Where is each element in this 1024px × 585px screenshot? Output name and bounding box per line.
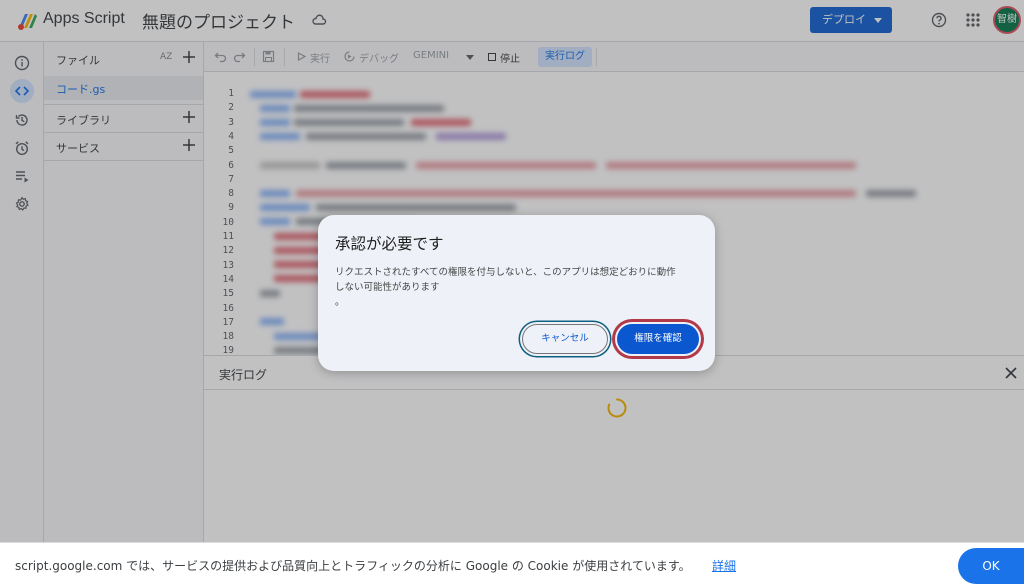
dialog-message-line: しない可能性があります (335, 282, 440, 293)
cookie-consent-bar: script.google.com では、サービスの提供および品質向上とトラフィ… (0, 542, 1024, 585)
dialog-message-line: リクエストされたすべての権限を付与しないと、このアプリは想定どおりに動作 (335, 267, 676, 278)
authorization-dialog: 承認が必要です リクエストされたすべての権限を付与しないと、このアプリは想定どお… (318, 215, 715, 371)
cancel-button[interactable]: キャンセル (522, 324, 608, 354)
dialog-message: リクエストされたすべての権限を付与しないと、このアプリは想定どおりに動作 しない… (335, 265, 705, 310)
cookie-message: script.google.com では、サービスの提供および品質向上とトラフィ… (15, 559, 691, 573)
cookie-ok-button[interactable]: OK (958, 548, 1024, 584)
dialog-title: 承認が必要です (335, 235, 444, 253)
review-permissions-button[interactable]: 権限を確認 (617, 324, 699, 354)
cookie-details-link[interactable]: 詳細 (712, 557, 736, 574)
dialog-message-line: 。 (335, 297, 345, 308)
